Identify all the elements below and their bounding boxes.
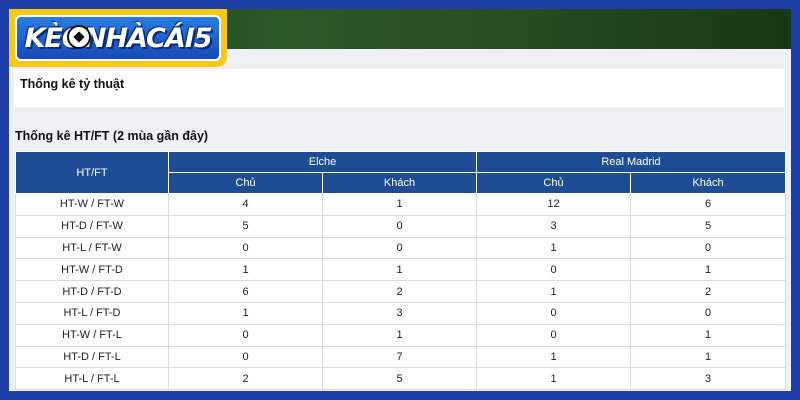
table-cell: 1 — [168, 258, 323, 282]
table-cell: 7 — [322, 345, 477, 369]
table-cell: 4 — [168, 193, 323, 216]
table-row: HT-D / FT-L 0 7 1 1 — [15, 345, 786, 369]
row-label: HT-D / FT-D — [15, 280, 169, 303]
table-cell: 2 — [630, 280, 786, 303]
table-cell: 0 — [322, 236, 477, 260]
subheader-away: Khách — [630, 172, 786, 194]
table-cell: 5 — [168, 214, 323, 238]
table-cell: 6 — [168, 280, 323, 303]
table-row: HT-W / FT-W 4 1 12 6 — [15, 193, 786, 216]
htft-stats-title: Thống kê HT/FT (2 mùa gần đây) — [15, 129, 209, 143]
table-cell: 2 — [322, 280, 477, 303]
table-row: HT-W / FT-D 1 1 0 1 — [15, 258, 786, 282]
table-cell: 1 — [630, 345, 786, 369]
htft-table: HT/FT Elche Real Madrid Chủ Khách Chủ Kh… — [15, 151, 786, 391]
odds-stats-section: Thống kê tỷ thuật — [14, 69, 784, 107]
row-label: HT-D / FT-L — [15, 345, 169, 369]
table-cell: 1 — [476, 367, 631, 391]
table-cell: 0 — [476, 323, 631, 347]
table-cell: 1 — [168, 301, 323, 325]
subheader-away: Khách — [322, 172, 477, 194]
row-label: HT-W / FT-D — [15, 258, 169, 282]
header-team-away: Real Madrid — [476, 151, 786, 173]
table-cell: 1 — [476, 236, 631, 260]
table-cell: 0 — [168, 345, 323, 369]
table-cell: 1 — [630, 323, 786, 347]
table-cell: 0 — [476, 258, 631, 282]
site-logo[interactable]: KÈONHÀCÁI5 — [9, 9, 227, 67]
table-row: HT-L / FT-W 0 0 1 0 — [15, 236, 786, 260]
table-cell: 3 — [476, 214, 631, 238]
table-cell: 0 — [630, 236, 786, 260]
table-row: HT-W / FT-L 0 1 0 1 — [15, 323, 786, 347]
table-row: HT-D / FT-D 6 2 1 2 — [15, 280, 786, 303]
soccer-ball-icon — [67, 25, 91, 49]
table-cell: 1 — [322, 193, 477, 216]
table-cell: 1 — [476, 345, 631, 369]
table-cell: 12 — [476, 193, 631, 216]
table-row: HT-D / FT-W 5 0 3 5 — [15, 214, 786, 238]
row-label: HT-L / FT-D — [15, 301, 169, 325]
row-label: HT-D / FT-W — [15, 214, 169, 238]
odds-stats-title: Thống kê tỷ thuật — [20, 77, 125, 91]
table-cell: 0 — [322, 214, 477, 238]
table-cell: 3 — [630, 367, 786, 391]
table-cell: 0 — [476, 301, 631, 325]
logo-text: KÈONHÀCÁI5 — [24, 22, 212, 54]
table-cell: 2 — [168, 367, 323, 391]
table-cell: 1 — [322, 323, 477, 347]
header-team-home: Elche — [168, 151, 477, 173]
table-cell: 3 — [322, 301, 477, 325]
table-row: HT-L / FT-D 1 3 0 0 — [15, 301, 786, 325]
table-cell: 6 — [630, 193, 786, 216]
header-htft: HT/FT — [15, 151, 169, 194]
row-label: HT-W / FT-W — [15, 193, 169, 216]
table-cell: 0 — [168, 323, 323, 347]
table-cell: 0 — [630, 301, 786, 325]
content-frame: KÈONHÀCÁI5 Thống kê tỷ thuật Thống kê HT… — [9, 9, 791, 391]
row-label: HT-L / FT-W — [15, 236, 169, 260]
row-label: HT-W / FT-L — [15, 323, 169, 347]
table-cell: 1 — [322, 258, 477, 282]
table-cell: 1 — [630, 258, 786, 282]
table-cell: 5 — [630, 214, 786, 238]
table-cell: 1 — [476, 280, 631, 303]
table-row: HT-L / FT-L 2 5 1 3 — [15, 367, 786, 391]
subheader-home: Chủ — [168, 172, 323, 194]
subheader-home: Chủ — [476, 172, 631, 194]
table-cell: 5 — [322, 367, 477, 391]
table-cell: 0 — [168, 236, 323, 260]
row-label: HT-L / FT-L — [15, 367, 169, 391]
